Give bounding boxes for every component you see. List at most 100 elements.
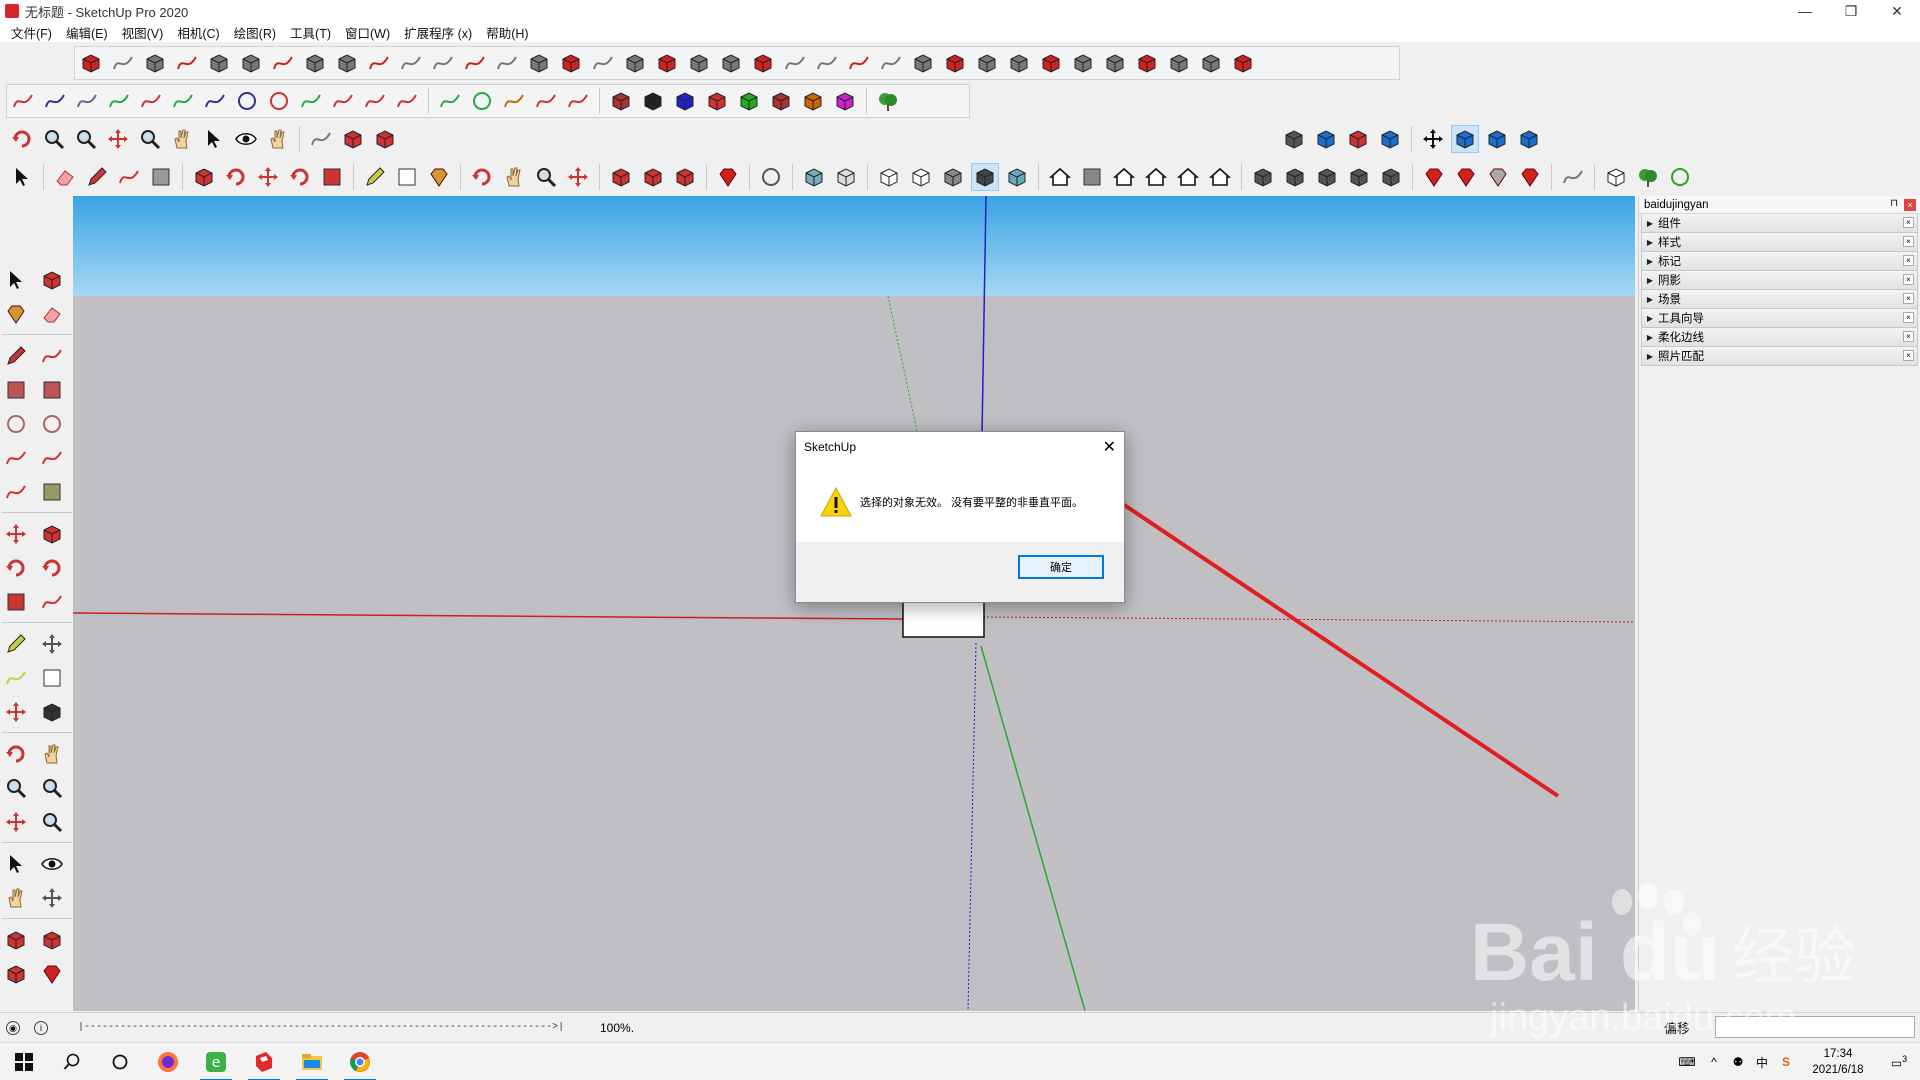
expand-arrow-icon[interactable]: ▶	[1642, 219, 1658, 228]
taskbar-sketchup[interactable]	[240, 1043, 288, 1080]
scene-canvas[interactable]	[73, 196, 1635, 1011]
tray-panel-item[interactable]: ▶ 样式 ×	[1641, 233, 1918, 252]
sandbox-tool-9[interactable]	[333, 49, 361, 77]
previous-view-tool[interactable]	[136, 125, 164, 153]
extrude-tool-7[interactable]	[799, 87, 827, 115]
modeling-viewport[interactable]	[73, 196, 1635, 1011]
curve-tool-8[interactable]	[233, 87, 261, 115]
tray-panel-item[interactable]: ▶ 柔化边线 ×	[1641, 328, 1918, 347]
panel-close-icon[interactable]: ×	[1903, 350, 1914, 361]
panel-close-icon[interactable]: ×	[1903, 236, 1914, 247]
extension-warehouse-l[interactable]	[38, 926, 66, 954]
sandbox-tool-11[interactable]	[397, 49, 425, 77]
iso-view-2[interactable]	[1046, 163, 1074, 191]
rectangle-tool[interactable]	[147, 163, 175, 191]
subtract-tool[interactable]	[1345, 163, 1373, 191]
rotate-l[interactable]	[2, 554, 30, 582]
expand-arrow-icon[interactable]: ▶	[1642, 333, 1658, 342]
curve-tool-10[interactable]	[297, 87, 325, 115]
pan-tool[interactable]	[168, 125, 196, 153]
monochrome-style[interactable]	[1003, 163, 1031, 191]
follow-me-tool[interactable]	[222, 163, 250, 191]
hidden-line-style[interactable]	[907, 163, 935, 191]
expand-arrow-icon[interactable]: ▶	[1642, 295, 1658, 304]
top-view[interactable]	[1483, 125, 1511, 153]
front-view-2[interactable]	[1110, 163, 1138, 191]
top-view-2[interactable]	[1078, 163, 1106, 191]
curve-tool-3[interactable]	[73, 87, 101, 115]
extrude-tool-3[interactable]	[671, 87, 699, 115]
select-tool[interactable]	[8, 163, 36, 191]
curve-tool-9[interactable]	[265, 87, 293, 115]
tape-measure-l[interactable]	[2, 630, 30, 658]
extrude-tool-8[interactable]	[831, 87, 859, 115]
ruby-tool-4[interactable]	[1516, 163, 1544, 191]
sandbox-tool-27[interactable]	[909, 49, 937, 77]
follow-me-l[interactable]	[38, 554, 66, 582]
menu-view[interactable]: 视图(V)	[115, 23, 171, 42]
back-view[interactable]	[1174, 163, 1202, 191]
line-l[interactable]	[2, 342, 30, 370]
eraser-tool[interactable]	[51, 163, 79, 191]
tree-component[interactable]	[874, 87, 902, 115]
rotated-rectangle-l[interactable]	[38, 376, 66, 404]
curve-tool-5[interactable]	[137, 87, 165, 115]
menu-draw[interactable]: 绘图(R)	[227, 23, 283, 42]
ok-button[interactable]: 确定	[1018, 555, 1104, 579]
minimize-button[interactable]: —	[1782, 0, 1828, 22]
extension-manager-l[interactable]	[38, 960, 66, 988]
pan-tool-2[interactable]	[500, 163, 528, 191]
dimension-l[interactable]	[38, 630, 66, 658]
shape-tool-3[interactable]	[500, 87, 528, 115]
sandbox-tool-31[interactable]	[1037, 49, 1065, 77]
ime-indicator[interactable]: 中	[1750, 1054, 1774, 1071]
sandbox-tool-14[interactable]	[493, 49, 521, 77]
sandbox-tool-13[interactable]	[461, 49, 489, 77]
ruby-tool-2[interactable]	[1452, 163, 1480, 191]
notification-center-icon[interactable]: ▭3	[1878, 1054, 1920, 1070]
ruby-tool-1[interactable]	[1420, 163, 1448, 191]
curve-tool-11[interactable]	[329, 87, 357, 115]
sandbox-tool-2[interactable]	[109, 49, 137, 77]
position-camera-tool[interactable]	[200, 125, 228, 153]
model-face[interactable]	[902, 599, 985, 638]
freehand-l[interactable]	[38, 342, 66, 370]
tray-panel-item[interactable]: ▶ 组件 ×	[1641, 214, 1918, 233]
style-wireframe[interactable]	[1344, 125, 1372, 153]
extension-warehouse-tool[interactable]	[639, 163, 667, 191]
sandbox-tool-28[interactable]	[941, 49, 969, 77]
line-tool[interactable]	[83, 163, 111, 191]
expand-arrow-icon[interactable]: ▶	[1642, 276, 1658, 285]
search-button[interactable]	[48, 1043, 96, 1080]
sandbox-tool-34[interactable]	[1133, 49, 1161, 77]
zoom-window-l[interactable]	[38, 774, 66, 802]
style-shaded[interactable]	[1376, 125, 1404, 153]
xray-style[interactable]	[800, 163, 828, 191]
section-cut-tool[interactable]	[371, 125, 399, 153]
sandbox-tool-4[interactable]	[173, 49, 201, 77]
taskbar-360-browser[interactable]: e	[192, 1043, 240, 1080]
expand-arrow-icon[interactable]: ▶	[1642, 257, 1658, 266]
iso-view[interactable]	[1451, 125, 1479, 153]
sandbox-tool-1[interactable]	[77, 49, 105, 77]
sandbox-tool-32[interactable]	[1069, 49, 1097, 77]
front-view[interactable]	[1515, 125, 1543, 153]
dialog-close-button[interactable]: ✕	[1103, 437, 1116, 457]
curve-tool-4[interactable]	[105, 87, 133, 115]
sandbox-tool-24[interactable]	[813, 49, 841, 77]
taskbar-file-explorer[interactable]	[288, 1043, 336, 1080]
clock[interactable]: 17:34 2021/6/18	[1798, 1046, 1878, 1078]
menu-file[interactable]: 文件(F)	[4, 23, 59, 42]
layout-send-tool[interactable]	[671, 163, 699, 191]
extrude-tool-4[interactable]	[703, 87, 731, 115]
sandbox-tool-19[interactable]	[653, 49, 681, 77]
sandbox-tool-35[interactable]	[1165, 49, 1193, 77]
tray-panel-item[interactable]: ▶ 标记 ×	[1641, 252, 1918, 271]
shape-tool-2[interactable]	[468, 87, 496, 115]
orbit-tool[interactable]	[8, 125, 36, 153]
network-icon[interactable]: ⚉	[1726, 1055, 1750, 1069]
sandbox-tool-25[interactable]	[845, 49, 873, 77]
three-point-arc-l[interactable]	[2, 478, 30, 506]
menu-edit[interactable]: 编辑(E)	[59, 23, 115, 42]
right-view[interactable]	[1142, 163, 1170, 191]
